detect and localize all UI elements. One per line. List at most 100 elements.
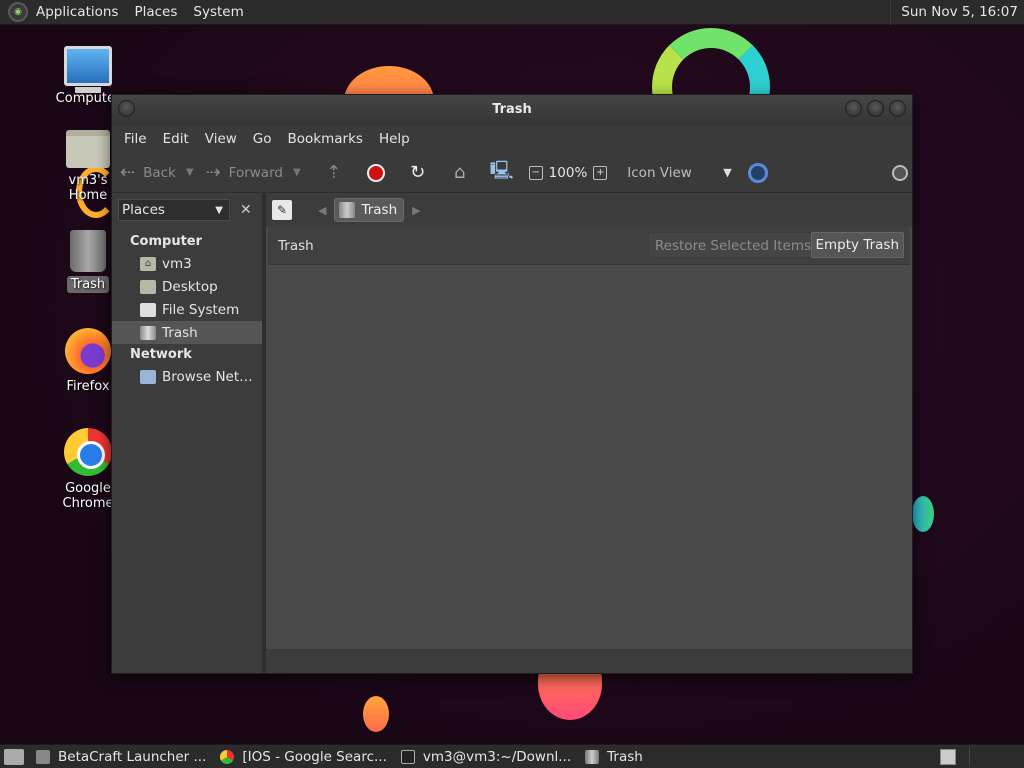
- trash-infobar: Trash Restore Selected Items Empty Trash: [268, 227, 910, 265]
- sidebar-item-label: File System: [162, 301, 240, 318]
- menu-places[interactable]: Places: [126, 4, 185, 20]
- sidebar-section-computer: Computer: [130, 234, 203, 249]
- window-title: Trash: [492, 102, 532, 117]
- chevron-left-icon[interactable]: ◀: [318, 204, 326, 217]
- file-manager-window: Trash File Edit View Go Bookmarks Help ⇠…: [111, 94, 913, 674]
- sidebar-item-file-system[interactable]: File System: [112, 298, 262, 321]
- workspace-switcher[interactable]: [940, 749, 956, 765]
- task-trash[interactable]: Trash: [579, 746, 651, 768]
- chevron-down-icon[interactable]: ▼: [723, 166, 731, 179]
- trash-icon: [140, 325, 156, 340]
- toolbar: ⇠ Back ▼ ⇢ Forward ▼ ⇡ ↻ ⌂ 🖳 − 100% + Ic…: [112, 153, 912, 193]
- stop-icon: [366, 163, 385, 182]
- sidebar-item-vm3[interactable]: ⌂ vm3: [112, 252, 262, 275]
- window-body: Places ▼ ✕ Computer ⌂ vm3 Desktop File S…: [112, 193, 912, 673]
- clock[interactable]: Sun Nov 5, 16:07: [890, 0, 1018, 25]
- main-pane: ✎ ◀ Trash ▶ Trash Restore Selected Items…: [266, 193, 912, 673]
- window-menu-button[interactable]: [118, 100, 135, 117]
- chevron-right-icon[interactable]: ▶: [412, 204, 420, 217]
- statusbar: [266, 649, 912, 673]
- home-folder-icon: ⌂: [140, 256, 156, 271]
- back-label: Back: [143, 164, 176, 181]
- show-desktop-icon[interactable]: [4, 748, 24, 765]
- sidebar-item-browse-network[interactable]: Browse Net…: [112, 365, 262, 388]
- desktop-icon-label: Trash: [66, 276, 110, 293]
- sidebar-item-trash[interactable]: Trash: [112, 321, 262, 344]
- sidebar-item-label: vm3: [162, 255, 192, 272]
- menu-view[interactable]: View: [197, 131, 245, 147]
- desktop-icon-label: Firefox: [66, 379, 110, 394]
- task-terminal[interactable]: vm3@vm3:~/Downl...: [395, 746, 579, 768]
- zoom-out-button[interactable]: −: [528, 165, 543, 180]
- chrome-icon: [220, 749, 235, 764]
- sidebar-list: Computer ⌂ vm3 Desktop File System Trash: [112, 227, 262, 388]
- firefox-icon: [65, 328, 111, 374]
- decor-blob: [912, 496, 934, 532]
- trash-icon: [339, 202, 356, 218]
- task-label: vm3@vm3:~/Downl...: [422, 748, 572, 765]
- chrome-icon: [64, 428, 112, 476]
- home-icon[interactable]: ⌂: [449, 162, 471, 184]
- edit-location-icon[interactable]: ✎: [272, 200, 292, 220]
- sidebar-selector-label: Places: [122, 202, 165, 218]
- file-view[interactable]: [268, 265, 912, 649]
- forward-button[interactable]: ⇢ Forward: [206, 162, 283, 183]
- task-label: BetaCraft Launcher ...: [58, 748, 207, 765]
- throbber-icon: [892, 165, 908, 181]
- computer-icon[interactable]: 🖳: [490, 160, 514, 184]
- task-chrome[interactable]: [IOS - Google Searc...: [214, 746, 395, 768]
- close-icon[interactable]: ✕: [240, 202, 252, 218]
- back-history-dropdown[interactable]: ▼: [186, 167, 194, 178]
- empty-trash-button[interactable]: Empty Trash: [810, 232, 904, 258]
- infobar-title: Trash: [278, 237, 314, 254]
- reload-icon[interactable]: ↻: [407, 162, 429, 184]
- menu-edit[interactable]: Edit: [155, 131, 197, 147]
- sidebar-selector[interactable]: Places ▼: [118, 199, 230, 221]
- pathbar: ✎ ◀ Trash ▶: [266, 193, 912, 227]
- trash-icon: [585, 749, 600, 764]
- app-icon: [36, 749, 50, 764]
- bottom-panel: BetaCraft Launcher ... [IOS - Google Sea…: [0, 744, 1024, 768]
- sidebar: Places ▼ ✕ Computer ⌂ vm3 Desktop File S…: [112, 193, 262, 673]
- forward-label: Forward: [228, 164, 283, 181]
- back-button[interactable]: ⇠ Back: [120, 162, 176, 183]
- decor-blob: [363, 696, 389, 732]
- stop-button[interactable]: [365, 162, 387, 184]
- drive-icon: [140, 302, 156, 317]
- zoom-in-button[interactable]: +: [593, 165, 608, 180]
- up-icon[interactable]: ⇡: [323, 162, 345, 184]
- sidebar-section-network: Network: [130, 347, 192, 362]
- menu-system[interactable]: System: [185, 4, 251, 20]
- restore-selected-button[interactable]: Restore Selected Items: [647, 232, 818, 258]
- menu-go[interactable]: Go: [245, 131, 280, 147]
- close-button[interactable]: [889, 100, 906, 117]
- distro-logo-icon[interactable]: ◉: [8, 2, 28, 22]
- menu-applications[interactable]: Applications: [28, 4, 126, 20]
- zoom-level: 100%: [548, 164, 588, 181]
- arrow-left-icon: ⇠: [120, 162, 136, 183]
- search-icon[interactable]: [747, 162, 768, 183]
- minimize-button[interactable]: [845, 100, 862, 117]
- forward-history-dropdown[interactable]: ▼: [293, 167, 301, 178]
- maximize-button[interactable]: [867, 100, 884, 117]
- menu-bookmarks[interactable]: Bookmarks: [280, 131, 371, 147]
- breadcrumb-trash[interactable]: Trash: [334, 198, 405, 222]
- menubar: File Edit View Go Bookmarks Help: [112, 125, 912, 153]
- panel-separator: [969, 747, 970, 767]
- sidebar-item-label: Browse Net…: [162, 368, 253, 385]
- sidebar-item-label: Trash: [162, 324, 198, 341]
- sidebar-item-desktop[interactable]: Desktop: [112, 275, 262, 298]
- breadcrumb-label: Trash: [361, 202, 398, 218]
- task-betacraft[interactable]: BetaCraft Launcher ...: [30, 746, 214, 768]
- window-titlebar[interactable]: Trash: [112, 95, 912, 125]
- chevron-down-icon: ▼: [215, 204, 223, 216]
- menu-file[interactable]: File: [116, 131, 155, 147]
- desktop-folder-icon: [140, 279, 156, 294]
- task-label: Trash: [607, 748, 643, 765]
- computer-icon: [64, 46, 112, 93]
- sidebar-item-label: Desktop: [162, 278, 218, 295]
- view-mode-select[interactable]: Icon View: [627, 165, 723, 181]
- arrow-right-icon: ⇢: [205, 162, 221, 183]
- menu-help[interactable]: Help: [371, 131, 418, 147]
- trash-icon: [70, 230, 106, 272]
